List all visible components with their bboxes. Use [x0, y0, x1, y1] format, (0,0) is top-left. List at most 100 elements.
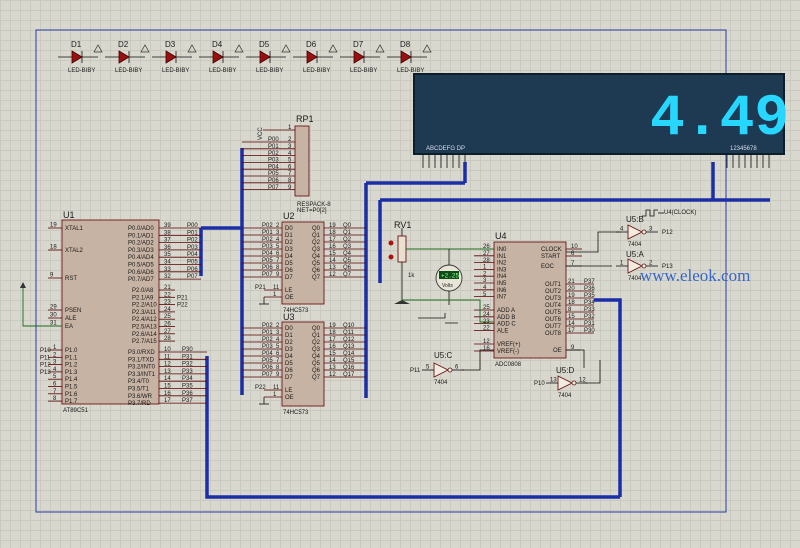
u4-pin-num: 27 [483, 251, 490, 257]
display-segment-label: ABCDEFG DP [426, 146, 465, 152]
gate-part: 7404 [628, 242, 642, 248]
u4-pin-name: OUT6 [545, 317, 562, 323]
rp1-net: NET=P0[2] [297, 208, 327, 214]
rp1-net-label: P00 [268, 137, 279, 143]
u3-pin-name: D0 [285, 326, 293, 332]
u2-pin-num: 17 [329, 237, 336, 243]
led-icon [165, 50, 177, 64]
u1-pin-name: P0.7/AD7 [128, 277, 154, 283]
capacitor-icon [418, 313, 458, 324]
u2-net-label: Q4 [343, 251, 352, 257]
u1-pin-num: 27 [164, 329, 171, 335]
u1-pin-name: P0.6/AD6 [128, 270, 154, 276]
u2-net-label: P07 [262, 272, 273, 278]
u4-pin-name: OUT1 [545, 282, 562, 288]
u1-pin-name: P1.1 [65, 355, 78, 361]
inverter-icon [627, 224, 644, 240]
u1-pin-num: 24 [164, 307, 171, 313]
u1-pin-num: 37 [164, 238, 171, 244]
u3-pin-name: Q2 [312, 340, 321, 346]
vcc-triangle-icon [234, 44, 244, 53]
u1-pin-name: P2.4/A12 [132, 317, 157, 323]
u1-pin-name: P0.1/AD1 [128, 233, 154, 239]
u1-pin-num: 15 [164, 384, 171, 390]
u3-ref: U3 [283, 312, 295, 322]
u4-pin-name: ADD B [497, 315, 515, 321]
voltmeter: +2.25 Volts [435, 249, 463, 305]
u4-ref: U4 [495, 231, 507, 241]
u1-pin-name: P1.0 [65, 348, 78, 354]
u2-net-label: Q5 [343, 258, 352, 264]
voltmeter-reading: +2.25 [441, 273, 459, 280]
u2-net-label: Q6 [343, 265, 352, 271]
u1-pin-name: P2.1/A9 [132, 295, 154, 301]
u4-pin-name: OE [553, 348, 562, 354]
u4-pin-name: ALE [497, 328, 508, 334]
u3-net-label: Q10 [343, 323, 355, 329]
inverter-icon [557, 375, 574, 391]
inverter-bubble [447, 367, 453, 373]
u2-latch: U2 74HC573 P02 2 D0 Q0 19 Q0P01 3 D1 Q1 18 Q1P02 4 D… [242, 211, 366, 314]
rv1-body [397, 235, 407, 263]
u1-pin-name: P0.3/AD3 [128, 248, 154, 254]
u1-pin-name: P1.2 [65, 363, 78, 369]
u1-pin-name: P3.3/INT1 [128, 372, 156, 378]
led-icon [306, 50, 318, 64]
u3-part: 74HC573 [283, 410, 309, 416]
u2-pin-num: 12 [329, 272, 336, 278]
u3-pin-num: 16 [329, 344, 336, 350]
led-icon [353, 50, 365, 64]
u3-pin-num: 14 [329, 358, 336, 364]
gate-net-label: P11 [410, 368, 421, 374]
voltmeter-unit: Volts [442, 283, 453, 289]
u4-pin-num: 15 [568, 314, 575, 320]
led-icon [259, 50, 271, 64]
u2-pin-name: D6 [285, 268, 293, 274]
u2-pin-name: Q6 [312, 268, 321, 274]
u1-net-label: P06 [187, 267, 198, 273]
u4-pin-num: 24 [483, 312, 490, 318]
u3-pin-num: 19 [329, 323, 336, 329]
u2-pin-name: D2 [285, 240, 293, 246]
u2-net-label: Q7 [343, 272, 352, 278]
u3-latch: U3 74HC573 P02 2 D0 Q0 19 Q10P01 3 D1 Q1 18 Q11P02… [242, 312, 366, 416]
u1-pin-num: 14 [164, 376, 171, 382]
u1-pin-num: 23 [164, 300, 171, 306]
u1-pin-name: P1.3 [65, 370, 78, 376]
u1-pin-name: P3.5/T1 [128, 387, 150, 393]
u2-pin-num: 14 [329, 258, 336, 264]
u1-pin-name: P3.1/TXD [128, 357, 155, 363]
led-ref: D4 [212, 40, 223, 49]
u4-net-label: P34 [584, 300, 595, 306]
u2-le-net: P21 [255, 285, 266, 291]
u3-pin-num: 17 [329, 337, 336, 343]
display-digit-label: 12345678 [730, 146, 757, 152]
u1-pin-name: P0.2/AD2 [128, 241, 154, 247]
u1-pin-num: 30 [50, 313, 57, 319]
u1-pin-num: 28 [164, 336, 171, 342]
u2-pin-num: 13 [329, 265, 336, 271]
u2-pin-name: OE [285, 295, 294, 301]
u1-pin-name: RST [65, 276, 77, 282]
u4-pin-name: VREF(+) [497, 342, 521, 348]
led-type: LED-BIBY [209, 68, 236, 74]
u2-net-label: P02 [262, 223, 273, 229]
rp1-net-label: P05 [268, 171, 279, 177]
u3-pin-name: OE [285, 395, 294, 401]
led-ref: D7 [353, 40, 364, 49]
u3-net-label: P02 [262, 337, 273, 343]
u4-pin-name: START [541, 254, 560, 260]
led-ref: D3 [165, 40, 176, 49]
u4-pin-num: 18 [568, 300, 575, 306]
u1-net-label: P13 [40, 370, 51, 376]
u1-pin-name: P3.0/RXD [128, 350, 155, 356]
led-type: LED-BIBY [68, 68, 95, 74]
u1-pin-name: PSEN [65, 308, 81, 314]
u4-pin-name: IN2 [497, 261, 507, 267]
display-pins [422, 154, 770, 168]
u2-net-label: P01 [262, 230, 273, 236]
u1-net-label: P11 [40, 355, 51, 361]
u3-pin-num: 18 [329, 330, 336, 336]
u2-pin-name: D7 [285, 275, 293, 281]
u2-pin-name: D1 [285, 233, 293, 239]
